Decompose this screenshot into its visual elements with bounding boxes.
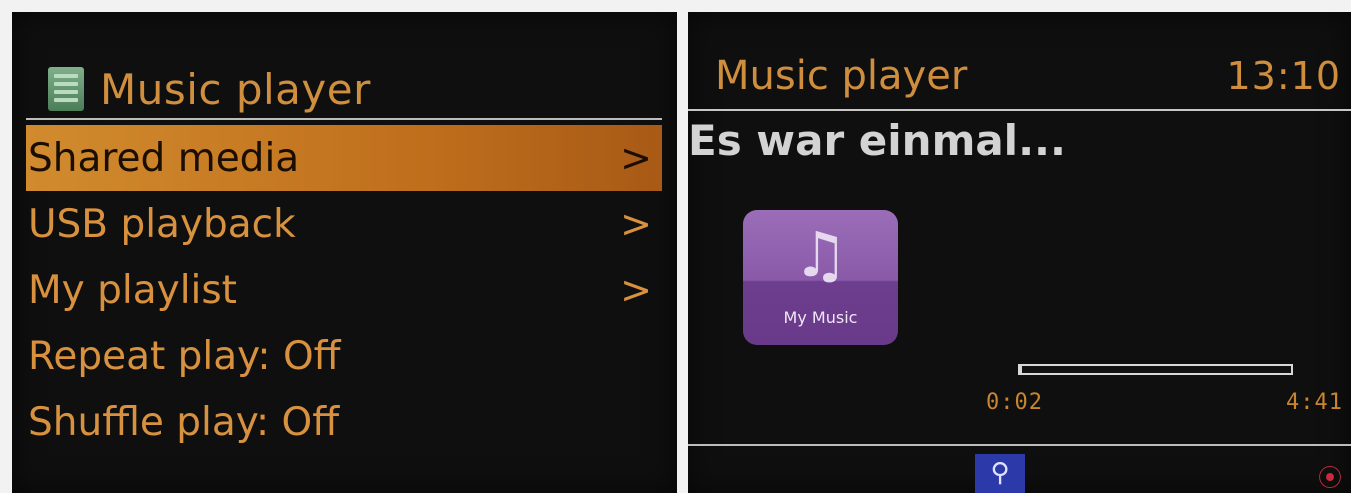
now-playing-header: Music player 13:10: [715, 46, 1341, 106]
source-tile-my-music[interactable]: ♫ My Music: [743, 210, 898, 345]
playback-progress-bar: [1018, 364, 1293, 375]
track-title: Es war einmal...: [688, 116, 1066, 165]
chevron-right-icon: >: [620, 268, 652, 312]
wifi-signal-icon: ⦿: [1318, 464, 1342, 492]
menu-header: Music player: [48, 59, 371, 119]
elapsed-time: 0:02: [986, 390, 1043, 415]
menu-item-shuffle-play[interactable]: Shuffle play: Off: [26, 389, 662, 455]
music-note-icon: ♫: [792, 218, 849, 291]
menu-item-shared-media[interactable]: Shared media >: [26, 125, 662, 191]
menu-item-label: Repeat play: Off: [28, 333, 341, 379]
progress-fill: [1020, 366, 1022, 373]
header-divider: [26, 118, 662, 120]
total-time: 4:41: [1286, 390, 1343, 415]
source-tile-label: My Music: [783, 308, 858, 327]
list-menu-icon: [48, 67, 84, 111]
clock: 13:10: [1226, 54, 1341, 98]
menu-item-repeat-play[interactable]: Repeat play: Off: [26, 323, 662, 389]
menu-screen: Music player Shared media > USB playback…: [12, 12, 677, 493]
now-playing-title: Music player: [715, 53, 968, 99]
photo-stage: Music player Shared media > USB playback…: [0, 0, 1351, 493]
now-playing-screen: Music player 13:10 Es war einmal... ♫ My…: [688, 12, 1351, 493]
menu-item-label: Shared media: [28, 135, 300, 181]
menu-title: Music player: [100, 64, 371, 114]
status-divider: [688, 444, 1351, 446]
chevron-right-icon: >: [620, 136, 652, 180]
menu-item-usb-playback[interactable]: USB playback >: [26, 191, 662, 257]
menu-item-my-playlist[interactable]: My playlist >: [26, 257, 662, 323]
chevron-right-icon: >: [620, 202, 652, 246]
menu-item-label: Shuffle play: Off: [28, 399, 340, 445]
menu-item-label: My playlist: [28, 267, 237, 313]
menu-list: Shared media > USB playback > My playlis…: [26, 125, 662, 455]
menu-item-label: USB playback: [28, 201, 296, 247]
header-divider: [688, 109, 1351, 111]
usb-icon: ⚲: [975, 454, 1025, 493]
